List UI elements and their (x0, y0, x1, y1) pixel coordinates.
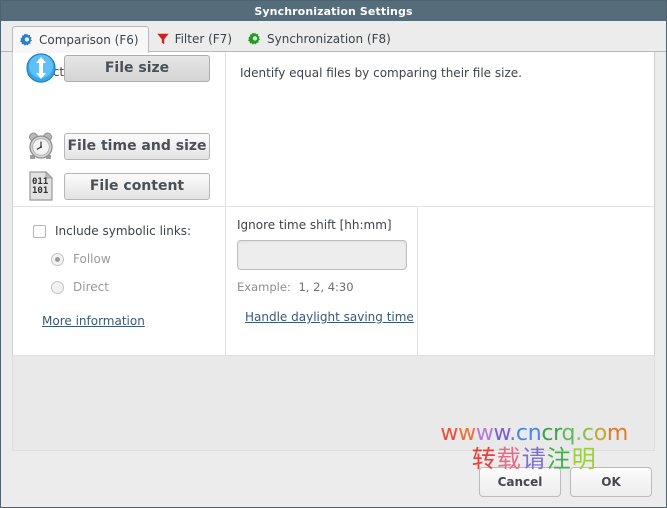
svg-text:101: 101 (32, 186, 48, 196)
variant-button-file-content[interactable]: File content (64, 172, 210, 200)
radio-follow-label: Follow (73, 252, 111, 266)
time-shift-example-values: 1, 2, 4:30 (298, 280, 354, 294)
tab-filter-label: Filter (F7) (174, 31, 232, 46)
alarm-clock-icon (25, 130, 57, 162)
ignore-time-shift-input[interactable] (237, 240, 407, 270)
symlink-option-follow[interactable]: Follow (51, 252, 111, 266)
variant-button-file-size[interactable]: File size (64, 54, 210, 82)
bottom-gray-panel (12, 355, 655, 451)
tab-comparison[interactable]: Comparison (F6) (12, 26, 149, 53)
binary-document-icon: 011 101 (25, 170, 57, 202)
tab-filter[interactable]: Filter (F7) (149, 25, 241, 52)
tab-content-panel: Select a variant: File time (12, 52, 655, 374)
variant-row-file-size[interactable]: File size (25, 52, 210, 84)
radio-direct-label: Direct (73, 280, 109, 294)
blue-updown-arrow-icon (25, 52, 57, 84)
symlink-option-direct[interactable]: Direct (51, 280, 109, 294)
cancel-button[interactable]: Cancel (479, 467, 561, 497)
variant-row-file-content[interactable]: 011 101 File content (25, 170, 210, 202)
tab-strip: Comparison (F6) Filter (F7) Synchronizat… (1, 21, 666, 53)
radio-direct[interactable] (51, 280, 64, 294)
ignore-time-shift-label: Ignore time shift [hh:mm] (237, 218, 392, 232)
gear-icon (20, 33, 34, 47)
variant-button-file-time-and-size[interactable]: File time and size (64, 132, 210, 160)
tab-comparison-label: Comparison (F6) (39, 32, 139, 47)
funnel-icon (156, 32, 170, 46)
include-symbolic-links-label: Include symbolic links: (55, 224, 192, 238)
window-titlebar: Synchronization Settings (1, 1, 666, 21)
variant-description: Identify equal files by comparing their … (240, 66, 522, 80)
gear-icon (248, 32, 262, 46)
include-symbolic-links-checkbox[interactable] (33, 224, 46, 238)
dialog-footer: Cancel OK (479, 467, 652, 497)
ok-button[interactable]: OK (570, 467, 652, 497)
time-shift-example: Example: 1, 2, 4:30 (237, 280, 354, 294)
window-title: Synchronization Settings (254, 4, 413, 18)
include-symbolic-links-row[interactable]: Include symbolic links: (33, 224, 191, 238)
left-column-divider (13, 206, 225, 207)
synchronization-settings-window: Synchronization Settings Comparison (F6)… (0, 0, 667, 508)
ignore-time-shift-panel: Ignore time shift [hh:mm] Example: 1, 2,… (226, 207, 418, 373)
variant-row-file-time-and-size[interactable]: File time and size (25, 130, 210, 162)
time-shift-example-label: Example: (237, 280, 291, 294)
empty-right-area (419, 207, 654, 373)
radio-follow[interactable] (51, 252, 64, 266)
tab-synchronization[interactable]: Synchronization (F8) (241, 25, 400, 52)
tab-synchronization-label: Synchronization (F8) (267, 31, 391, 46)
description-column: Identify equal files by comparing their … (226, 52, 654, 373)
variant-column: Select a variant: File time (13, 52, 226, 373)
more-information-link[interactable]: More information (42, 314, 145, 328)
handle-daylight-saving-time-link[interactable]: Handle daylight saving time (245, 310, 414, 324)
